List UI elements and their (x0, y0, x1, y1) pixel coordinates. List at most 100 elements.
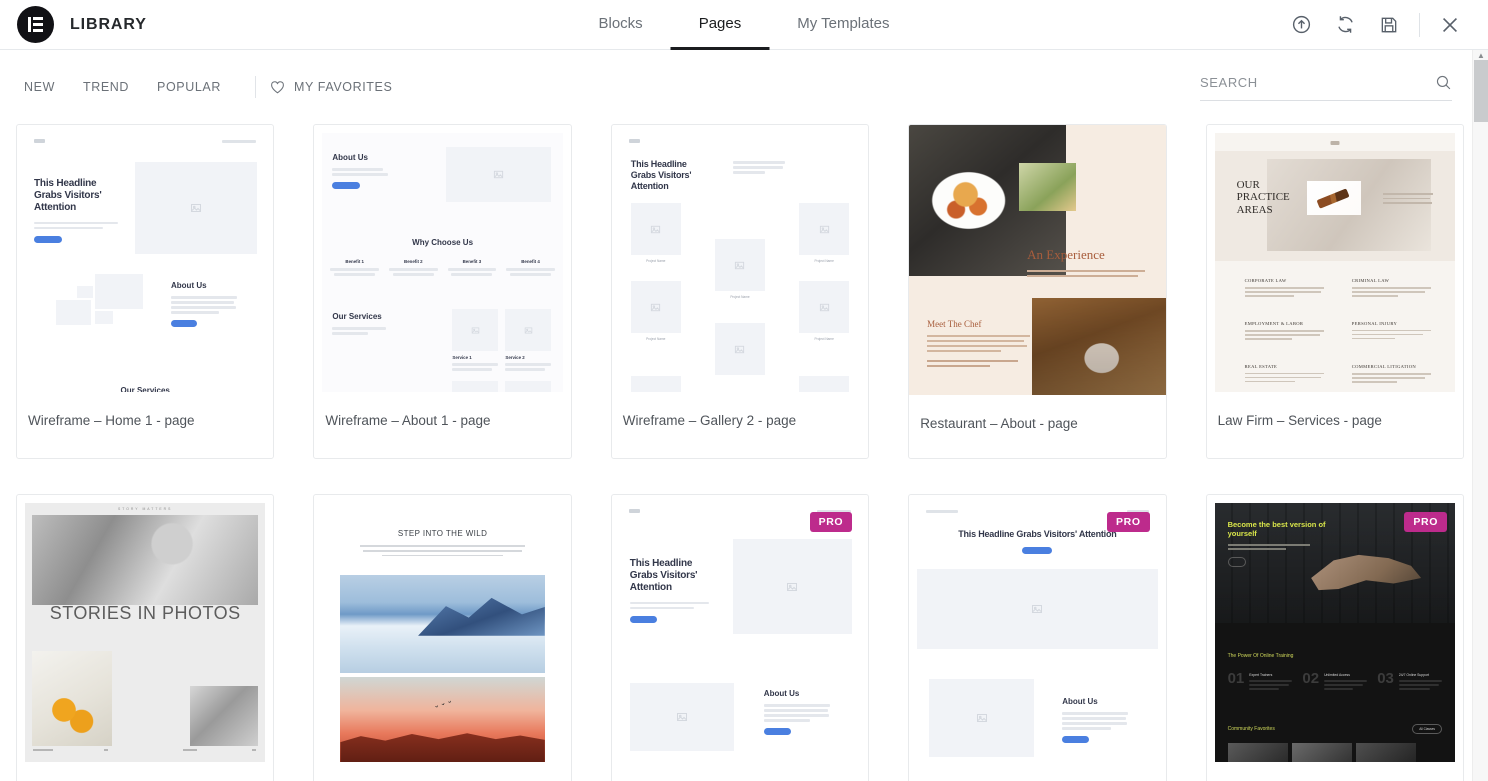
template-card[interactable]: PRO This Headline Grabs Visitors' Attent… (908, 494, 1167, 781)
mock-heading: Meet The Chef (927, 319, 982, 330)
template-card[interactable]: STEP INTO THE WILD ⌄⌄⌄ (313, 494, 572, 781)
close-button[interactable] (1428, 0, 1472, 50)
mock-headline: Become the best version of yourself (1227, 520, 1326, 538)
my-favorites-label: MY FAVORITES (293, 80, 393, 94)
mock-service: Service 2 (505, 355, 525, 360)
mock-caption: Project Name (646, 259, 666, 263)
pro-badge: PRO (809, 512, 853, 532)
template-thumbnail[interactable]: STEP INTO THE WILD ⌄⌄⌄ (322, 503, 563, 762)
filter-links: NEW TREND POPULAR MY FAVORITES (16, 76, 392, 98)
template-title (1207, 762, 1463, 781)
mock-benefit: Benefit 1 (345, 259, 364, 264)
search-input[interactable] (1200, 74, 1435, 90)
app-header: LIBRARY Blocks Pages My Templates (0, 0, 1488, 50)
mock-number: 01 (1227, 670, 1245, 687)
sync-icon (1335, 14, 1356, 35)
filter-popular[interactable]: POPULAR (143, 80, 235, 94)
mock-section-heading: About Us (763, 689, 800, 698)
template-title: Law Firm – Services - page (1217, 413, 1382, 428)
mock-caption: Project Name (730, 295, 750, 299)
mock-number-label: Expert Trainers (1249, 673, 1273, 677)
template-title (612, 762, 868, 781)
template-thumbnail[interactable]: This Headline Grabs Visitors' Attention … (619, 133, 861, 392)
template-card[interactable]: OUR PRACTICE AREAS CORPORATE LAW CRIMINA… (1205, 124, 1464, 459)
mock-caption: Project Name (814, 259, 834, 263)
template-title (909, 762, 1165, 781)
mock-headline: OUR PRACTICE AREAS (1236, 179, 1290, 216)
filter-trend[interactable]: TREND (69, 80, 143, 94)
mock-caption: Project Name (646, 337, 666, 341)
upload-circle-icon (1291, 14, 1312, 35)
filter-new[interactable]: NEW (16, 80, 69, 94)
template-card[interactable]: About Us Why Choose Us Benefit 1 Benefit… (313, 124, 572, 459)
mock-benefit: Benefit 2 (404, 259, 423, 264)
template-card[interactable]: PRO Become the best version of yourself … (1205, 494, 1464, 781)
template-thumbnail[interactable]: PRO Become the best version of yourself … (1214, 503, 1455, 762)
template-thumbnail[interactable]: This Headline Grabs Visitors' Attention … (25, 133, 266, 392)
template-card[interactable]: This Headline Grabs Visitors' Attention … (16, 124, 275, 459)
scrollbar-thumb[interactable] (1474, 60, 1488, 122)
mock-footer-button: All Classes (1412, 724, 1442, 734)
mock-section-heading: The Power Of Online Training (1227, 653, 1294, 659)
tab-pages[interactable]: Pages (670, 0, 770, 50)
mock-footer-heading: Our Services (120, 386, 170, 392)
template-title: Wireframe – About 1 - page (325, 413, 491, 428)
template-thumbnail[interactable]: PRO This Headline Grabs Visitors' Attent… (917, 503, 1158, 762)
mock-number: 03 (1377, 670, 1394, 687)
search-icon[interactable] (1435, 74, 1452, 91)
template-card[interactable]: This Headline Grabs Visitors' Attention … (610, 124, 870, 459)
template-card[interactable]: PRO This Headline Grabs Visitors' Attent… (610, 494, 870, 781)
upload-button[interactable] (1279, 0, 1323, 50)
template-card[interactable]: An Experience Meet The Chef Restaurant –… (908, 124, 1167, 459)
template-thumbnail[interactable]: An Experience Meet The Chef (909, 125, 1166, 395)
mock-section-heading: Why Choose Us (412, 238, 474, 247)
filter-my-favorites[interactable]: MY FAVORITES (270, 80, 392, 94)
template-title (314, 762, 570, 781)
sync-button[interactable] (1323, 0, 1367, 50)
template-title: Wireframe – Home 1 - page (28, 413, 195, 428)
mock-footer-heading: Our Services (332, 312, 382, 321)
template-thumbnail[interactable]: PRO This Headline Grabs Visitors' Attent… (619, 503, 861, 762)
mock-area: REAL ESTATE (1244, 363, 1278, 369)
mock-headline: This Headline Grabs Visitors' Attention (630, 159, 692, 191)
close-icon (1439, 14, 1461, 36)
filter-divider (254, 76, 256, 98)
tab-bar: Blocks Pages My Templates (571, 0, 918, 50)
mock-number-label: 24/7 Online Support (1398, 673, 1430, 677)
vertical-scrollbar[interactable]: ▲ (1472, 50, 1488, 781)
mock-area: EMPLOYMENT & LABOR (1244, 320, 1304, 326)
template-title: Restaurant – About - page (920, 416, 1078, 431)
filter-bar: NEW TREND POPULAR MY FAVORITES (0, 50, 1488, 124)
mock-area: COMMERCIAL LITIGATION (1351, 363, 1416, 369)
template-grid: This Headline Grabs Visitors' Attention … (16, 124, 1464, 781)
mock-area: CORPORATE LAW (1244, 278, 1287, 283)
pro-badge: PRO (1404, 512, 1447, 532)
template-thumbnail[interactable]: About Us Why Choose Us Benefit 1 Benefit… (322, 133, 563, 392)
save-button[interactable] (1367, 0, 1411, 50)
save-icon (1379, 15, 1399, 35)
header-divider (1419, 12, 1420, 37)
mock-headline: This Headline Grabs Visitors' Attention (34, 178, 102, 214)
header-actions (1279, 0, 1488, 50)
mock-section-heading: About Us (1062, 697, 1098, 706)
template-card[interactable]: STORY MATTERS STORIES IN PHOTOS (16, 494, 275, 781)
template-thumbnail[interactable]: STORY MATTERS STORIES IN PHOTOS (25, 503, 266, 762)
mock-headline: This Headline Grabs Visitors' Attention (629, 558, 698, 594)
tab-my-templates[interactable]: My Templates (769, 0, 917, 50)
mock-number-label: Unlimited Access (1324, 673, 1350, 677)
mock-area: PERSONAL INJURY (1351, 320, 1398, 326)
search-box[interactable] (1200, 74, 1452, 101)
mock-benefit: Benefit 4 (521, 259, 540, 264)
mock-caption: Project Name (814, 337, 834, 341)
mock-service: Service 1 (452, 355, 472, 360)
pro-badge: PRO (1107, 512, 1150, 532)
template-thumbnail[interactable]: OUR PRACTICE AREAS CORPORATE LAW CRIMINA… (1214, 133, 1455, 392)
template-grid-scroll-area[interactable]: This Headline Grabs Visitors' Attention … (0, 124, 1488, 781)
mock-headline: STEP INTO THE WILD (397, 529, 488, 538)
template-title (17, 762, 273, 781)
mock-benefit: Benefit 3 (462, 259, 482, 264)
mock-headline: About Us (332, 153, 368, 162)
tab-blocks[interactable]: Blocks (571, 0, 671, 50)
mock-eyebrow: STORY MATTERS (118, 507, 173, 511)
template-title: Wireframe – Gallery 2 - page (622, 413, 797, 428)
